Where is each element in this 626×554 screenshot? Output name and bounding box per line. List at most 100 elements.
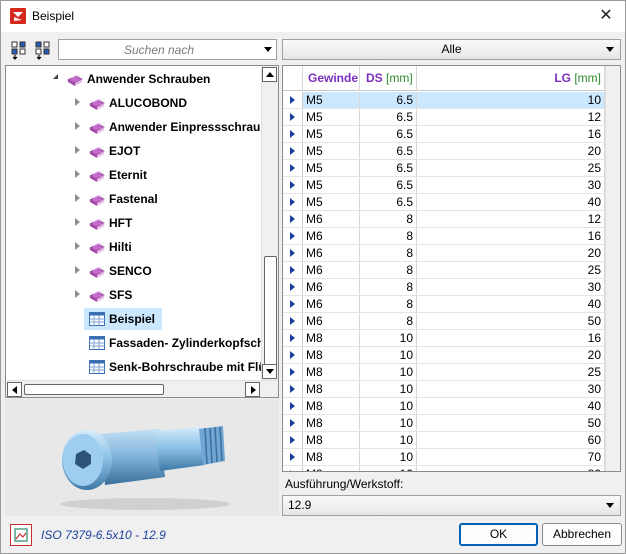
table-row[interactable]: M5 6.5 12 [283,109,605,126]
row-selector[interactable] [283,109,303,126]
scroll-thumb[interactable] [264,256,277,373]
scroll-left-button[interactable] [7,382,22,397]
sort-ascending-icon[interactable] [9,39,31,61]
cell-lg: 20 [417,143,605,160]
table-row[interactable]: M8 10 25 [283,364,605,381]
row-selector[interactable] [283,381,303,398]
scroll-down-button[interactable] [262,364,277,379]
row-pointer-icon [290,402,295,410]
row-selector[interactable] [283,262,303,279]
row-selector[interactable] [283,194,303,211]
table-row[interactable]: M8 10 16 [283,330,605,347]
collapsed-arrow-icon[interactable] [75,218,80,226]
row-selector[interactable] [283,143,303,160]
chevron-down-icon[interactable] [606,47,614,52]
collapsed-arrow-icon[interactable] [75,122,80,130]
tree-item[interactable]: SENCO [6,260,261,282]
collapsed-arrow-icon[interactable] [75,194,80,202]
table-row[interactable]: M6 8 40 [283,296,605,313]
preview-image-icon[interactable] [10,524,32,546]
chevron-down-icon[interactable] [264,47,272,52]
row-selector[interactable] [283,347,303,364]
column-header-lg[interactable]: LG [mm] [417,66,605,91]
table-row[interactable]: M6 8 20 [283,245,605,262]
search-input[interactable] [61,41,257,58]
scroll-right-button[interactable] [245,382,260,397]
close-button[interactable]: ✕ [595,5,617,27]
sort-descending-icon[interactable] [33,39,55,61]
chevron-down-icon[interactable] [606,503,614,508]
row-selector[interactable] [283,432,303,449]
table-row[interactable]: M6 8 16 [283,228,605,245]
table-row[interactable]: M6 8 50 [283,313,605,330]
tree-item[interactable]: Senk-Bohrschraube mit Flü [6,356,266,378]
table-row[interactable]: M5 6.5 40 [283,194,605,211]
row-selector[interactable] [283,92,303,109]
row-selector[interactable] [283,330,303,347]
row-selector[interactable] [283,415,303,432]
row-selector[interactable] [283,160,303,177]
row-selector[interactable] [283,364,303,381]
collapsed-arrow-icon[interactable] [75,290,80,298]
search-box[interactable] [58,39,277,60]
collapsed-arrow-icon[interactable] [75,146,80,154]
table-row[interactable]: M8 10 30 [283,381,605,398]
row-selector[interactable] [283,279,303,296]
table-row[interactable]: M8 10 20 [283,347,605,364]
expanded-arrow-icon[interactable] [53,74,58,79]
tree-item[interactable]: SFS [6,284,261,306]
table-row[interactable]: M5 6.5 20 [283,143,605,160]
scroll-up-button[interactable] [262,67,277,82]
tree-item-label: Fastenal [109,192,158,206]
table-row[interactable]: M8 10 60 [283,432,605,449]
row-selector[interactable] [283,126,303,143]
table-row[interactable]: M8 10 70 [283,449,605,466]
table-row[interactable]: M8 10 50 [283,415,605,432]
table-row[interactable]: M5 6.5 30 [283,177,605,194]
row-selector[interactable] [283,449,303,466]
row-selector[interactable] [283,398,303,415]
tree-item[interactable]: Beispiel [6,308,261,330]
filter-select[interactable]: Alle [282,39,621,60]
tree-horizontal-scrollbar[interactable] [6,380,278,397]
row-selector[interactable] [283,211,303,228]
execution-select[interactable]: 12.9 [282,495,621,516]
table-row[interactable]: M5 6.5 25 [283,160,605,177]
tree-item[interactable]: HFT [6,212,261,234]
table-row[interactable]: M6 8 25 [283,262,605,279]
tree-item[interactable]: Fassaden- Zylinderkopfschr [6,332,269,354]
table-row[interactable]: M6 8 30 [283,279,605,296]
ok-button[interactable]: OK [459,523,538,546]
row-selector[interactable] [283,466,303,471]
tree-item[interactable]: Anwender Schrauben [6,68,261,90]
row-selector[interactable] [283,177,303,194]
table-vertical-scrollbar[interactable] [605,66,620,471]
row-pointer-icon [290,198,295,206]
collapsed-arrow-icon[interactable] [75,170,80,178]
cancel-button[interactable]: Abbrechen [542,523,622,546]
tree-item[interactable]: Fastenal [6,188,261,210]
table-row[interactable]: M5 6.5 10 [283,92,605,109]
table-row[interactable]: M5 6.5 16 [283,126,605,143]
row-selector[interactable] [283,313,303,330]
column-header-gewinde[interactable]: Gewinde [303,66,360,91]
tree-item[interactable]: Hilti [6,236,261,258]
scroll-thumb[interactable] [24,384,164,395]
cell-lg: 30 [417,177,605,194]
table-row[interactable]: M8 10 40 [283,398,605,415]
row-selector[interactable] [283,228,303,245]
tree-item[interactable]: ALUCOBOND [6,92,261,114]
column-header-ds[interactable]: DS [mm] [360,66,417,91]
row-selector[interactable] [283,296,303,313]
cell-ds: 10 [360,381,417,398]
collapsed-arrow-icon[interactable] [75,98,80,106]
tree-item[interactable]: Anwender Einpressschraub [6,116,268,138]
collapsed-arrow-icon[interactable] [75,242,80,250]
table-row[interactable]: M6 8 12 [283,211,605,228]
table-row[interactable]: M81080 [283,466,605,471]
row-selector[interactable] [283,245,303,262]
collapsed-arrow-icon[interactable] [75,266,80,274]
tree-vertical-scrollbar[interactable] [261,66,278,381]
tree-item[interactable]: Eternit [6,164,261,186]
tree-item[interactable]: EJOT [6,140,261,162]
